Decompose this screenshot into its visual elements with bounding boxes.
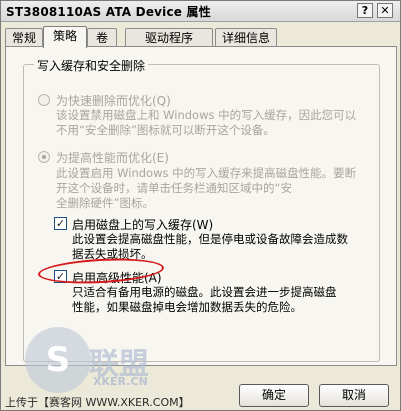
write-cache-desc-1: 此设置会提高磁盘性能，但是停电或设备故障会造成数: [72, 232, 348, 246]
advanced-performance-desc-1: 只适合有备用电源的磁盘。此设置会进一步提高磁盘: [72, 285, 337, 299]
policies-panel: 写入缓存和安全删除 为快速删除而优化(Q) 该设置禁用磁盘上和 Windows …: [5, 46, 397, 366]
tab-policies[interactable]: 策略: [43, 26, 87, 48]
quick-removal-label: 为快速删除而优化(Q): [56, 94, 171, 108]
tab-details[interactable]: 详细信息: [215, 28, 277, 47]
help-button[interactable]: ?: [357, 3, 373, 18]
cancel-button[interactable]: 取消: [319, 384, 389, 407]
performance-desc-1: 此设置启用 Windows 中的写入缓存来提高磁盘性能。要断: [56, 166, 357, 180]
watermark-url: XKER.CN: [93, 375, 148, 388]
watermark-upload-text: 上传于【赛客网 WWW.XKER.COM】: [5, 396, 190, 409]
performance-label: 为提高性能而优化(E): [56, 151, 169, 165]
tab-volumes[interactable]: 卷: [87, 28, 117, 47]
close-button[interactable]: ✕: [377, 3, 393, 18]
advanced-performance-desc-2: 性能，如果磁盘掉电会增加数据丢失的危险。: [72, 300, 302, 314]
ok-button[interactable]: 确定: [239, 384, 309, 407]
write-cache-label[interactable]: 启用磁盘上的写入缓存(W): [72, 216, 213, 233]
properties-window: ST3808110AS ATA Device 属性 ? ✕ 常规 策略 卷 驱动…: [0, 0, 401, 411]
quick-removal-radio[interactable]: [38, 94, 50, 106]
watermark-logo: S: [25, 327, 91, 393]
performance-desc-2: 开这个设备时，请单击任务栏通知区域中的“安: [56, 181, 292, 195]
write-cache-checkbox[interactable]: ✓: [54, 217, 67, 230]
tab-strip: 常规 策略 卷 驱动程序 详细信息: [5, 26, 395, 48]
group-title: 写入缓存和安全删除: [34, 57, 149, 74]
title-bar[interactable]: ST3808110AS ATA Device 属性 ? ✕: [1, 1, 400, 22]
write-cache-group: 写入缓存和安全删除 为快速删除而优化(Q) 该设置禁用磁盘上和 Windows …: [23, 57, 380, 362]
performance-desc-3: 全删除硬件”图标。: [56, 196, 154, 210]
tab-driver[interactable]: 驱动程序: [125, 28, 213, 47]
window-title: ST3808110AS ATA Device 属性: [6, 5, 211, 19]
performance-radio[interactable]: [38, 151, 50, 163]
quick-removal-desc-2: 不用“安全删除”图标就可以断开这个设备。: [56, 123, 275, 137]
tab-general[interactable]: 常规: [5, 28, 43, 47]
quick-removal-desc-1: 该设置禁用磁盘上和 Windows 中的写入缓存，因此您可以: [56, 108, 357, 122]
